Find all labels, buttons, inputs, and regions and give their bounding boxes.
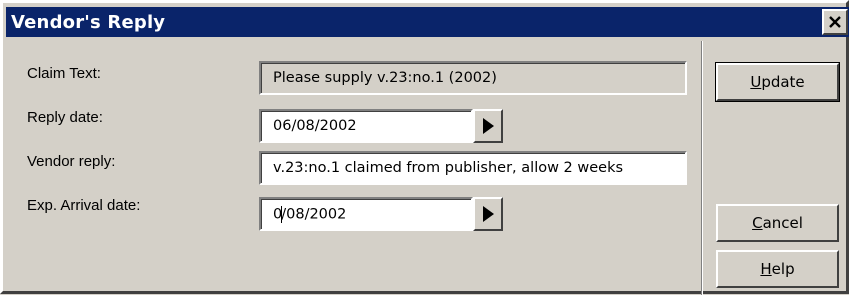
arrival-date-picker-button[interactable]	[473, 197, 503, 231]
claim-text-value: Please supply v.23:no.1 (2002)	[273, 70, 497, 86]
update-button[interactable]: Update	[715, 62, 840, 102]
vendor-reply-input[interactable]: v.23:no.1 claimed from publisher, allow …	[259, 151, 687, 185]
vendor-reply-label: Vendor reply:	[27, 153, 116, 170]
title-bar[interactable]: Vendor's Reply	[6, 7, 849, 37]
claim-text-label: Claim Text:	[27, 65, 101, 82]
play-arrow-icon	[483, 206, 494, 222]
cancel-button[interactable]: Cancel	[716, 204, 839, 242]
close-button[interactable]	[822, 9, 848, 35]
vertical-divider	[701, 41, 703, 295]
claim-text-field: Please supply v.23:no.1 (2002)	[259, 61, 687, 95]
update-mnemonic: U	[750, 73, 762, 91]
cancel-label-rest: ancel	[762, 214, 803, 232]
vendors-reply-dialog: Vendor's Reply Claim Text: Please supply…	[0, 0, 849, 295]
play-arrow-icon	[483, 118, 494, 134]
vendor-reply-value: v.23:no.1 claimed from publisher, allow …	[273, 160, 624, 176]
update-label-rest: pdate	[761, 73, 805, 91]
arrival-date-text-after-caret: /08/2002	[281, 206, 347, 222]
help-button[interactable]: Help	[716, 250, 839, 288]
help-mnemonic: H	[760, 260, 772, 278]
arrival-date-value: 0/08/2002	[273, 205, 347, 223]
reply-date-label: Reply date:	[27, 109, 103, 126]
close-icon	[829, 16, 841, 28]
dialog-title: Vendor's Reply	[11, 11, 166, 33]
reply-date-picker-button[interactable]	[473, 109, 503, 143]
reply-date-value: 06/08/2002	[273, 118, 357, 134]
reply-date-input[interactable]: 06/08/2002	[259, 109, 473, 143]
arrival-date-label: Exp. Arrival date:	[27, 197, 141, 214]
cancel-mnemonic: C	[752, 214, 763, 232]
help-label-rest: elp	[771, 260, 795, 278]
arrival-date-input[interactable]: 0/08/2002	[259, 197, 473, 231]
